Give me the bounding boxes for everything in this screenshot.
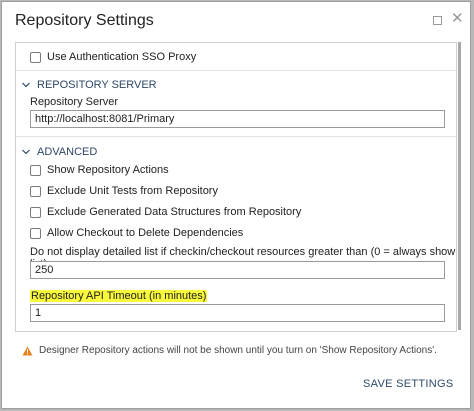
detail-list-threshold-input[interactable]: 250 [30, 261, 445, 279]
exclude-unit-tests-option[interactable]: Exclude Unit Tests from Repository [30, 185, 218, 197]
exclude-generated-data-label: Exclude Generated Data Structures from R… [47, 206, 302, 218]
section-advanced-title: ADVANCED [37, 146, 98, 158]
section-advanced[interactable]: ADVANCED [21, 146, 97, 158]
section-repository-server-title: REPOSITORY SERVER [37, 79, 157, 91]
warning-message: Designer Repository actions will not be … [22, 345, 437, 356]
api-timeout-label: Repository API Timeout (in minutes) [30, 290, 208, 302]
allow-checkout-delete-label: Allow Checkout to Delete Dependencies [47, 227, 244, 239]
show-repository-actions-checkbox[interactable] [30, 164, 41, 176]
repository-settings-dialog: Repository Settings ✕ Use Authentication… [1, 1, 471, 409]
maximize-icon[interactable] [433, 16, 442, 25]
divider [16, 70, 456, 71]
sso-proxy-label: Use Authentication SSO Proxy [47, 51, 197, 63]
sso-proxy-option[interactable]: Use Authentication SSO Proxy [30, 51, 196, 63]
warning-icon [22, 346, 33, 355]
warning-text: Designer Repository actions will not be … [39, 345, 437, 356]
save-settings-button[interactable]: SAVE SETTINGS [363, 378, 454, 390]
close-icon[interactable]: ✕ [451, 11, 464, 27]
repository-server-input[interactable]: http://localhost:8081/Primary [30, 110, 445, 128]
exclude-unit-tests-label: Exclude Unit Tests from Repository [47, 185, 218, 197]
allow-checkout-delete-checkbox[interactable] [30, 227, 41, 239]
api-timeout-label-text: Repository API Timeout (in minutes) [30, 290, 208, 302]
exclude-generated-data-option[interactable]: Exclude Generated Data Structures from R… [30, 206, 301, 218]
divider [16, 136, 456, 137]
allow-checkout-delete-option[interactable]: Allow Checkout to Delete Dependencies [30, 227, 243, 239]
dialog-title: Repository Settings [15, 12, 154, 29]
section-repository-server[interactable]: REPOSITORY SERVER [21, 79, 157, 91]
settings-panel[interactable]: Use Authentication SSO Proxy REPOSITORY … [15, 42, 457, 332]
sso-proxy-checkbox[interactable] [30, 51, 41, 63]
exclude-generated-data-checkbox[interactable] [30, 206, 41, 218]
chevron-down-icon [22, 149, 30, 155]
scrollbar[interactable] [458, 42, 461, 330]
show-repository-actions-option[interactable]: Show Repository Actions [30, 164, 169, 176]
chevron-down-icon [22, 82, 30, 88]
repository-server-label: Repository Server [30, 96, 119, 108]
exclude-unit-tests-checkbox[interactable] [30, 185, 41, 197]
api-timeout-input[interactable]: 1 [30, 304, 445, 322]
show-repository-actions-label: Show Repository Actions [47, 164, 169, 176]
